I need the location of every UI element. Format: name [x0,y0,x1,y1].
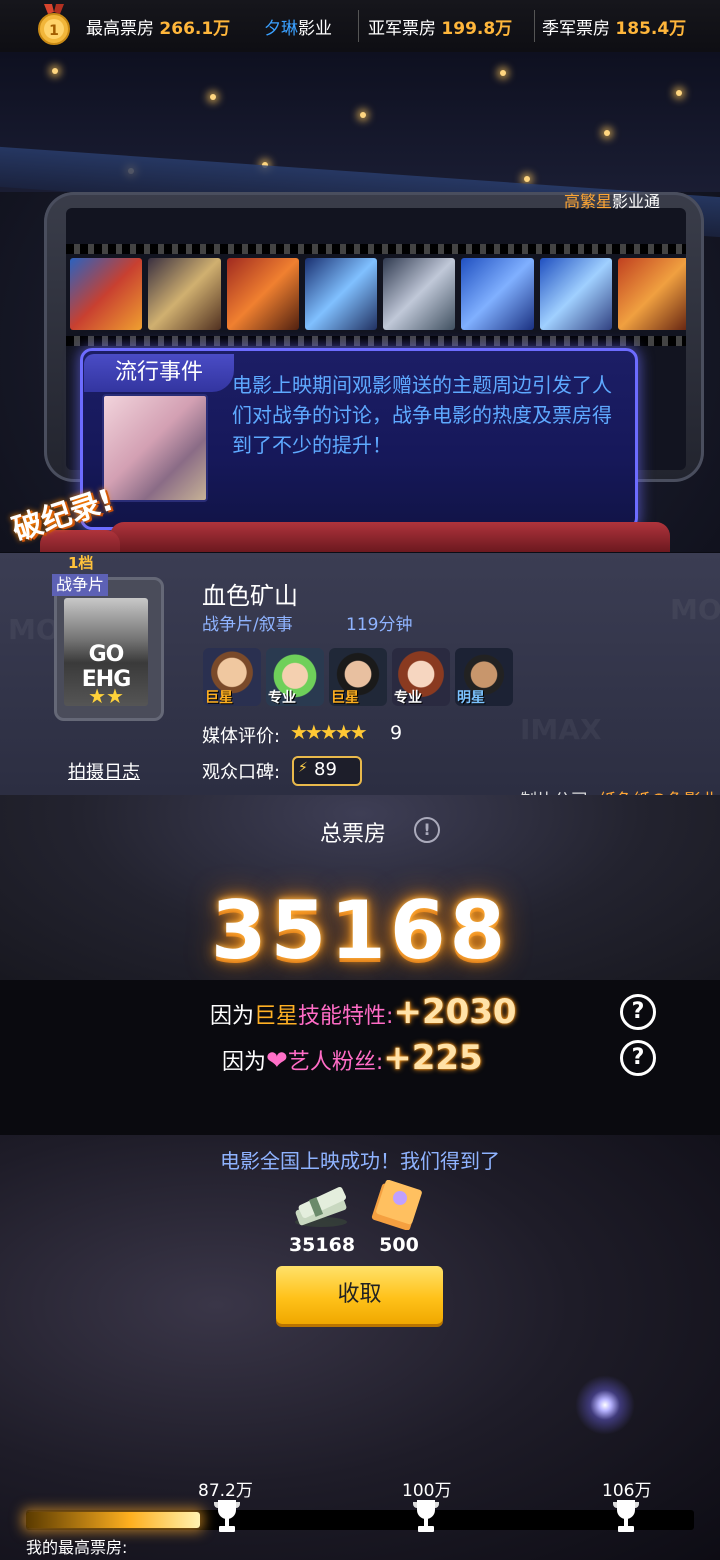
genre-badge: 战争片 [52,574,109,596]
seat-row [110,522,670,552]
film-frame [617,258,686,330]
third-value: 185.4万 [615,19,687,39]
ceiling-light [604,130,610,136]
media-rating-stars: ★★★★★ [290,720,368,744]
film-frame [539,258,612,330]
trophy-icon [613,1500,639,1532]
book-reward-amount: 500 [379,1234,419,1256]
studio-name: 夕琳 [264,19,298,39]
box-office-progress-fill [26,1512,200,1528]
trophy-icon [214,1500,240,1532]
media-rating-score: 9 [390,722,403,744]
movie-genre: 战争片/叙事 [202,615,293,635]
book-icon [371,1180,422,1230]
divider [358,10,359,42]
svg-text:1: 1 [49,23,59,39]
bonus-value: +2030 [393,992,517,1032]
highest-value: 266.1万 [159,19,231,39]
bg-decoration: MOV [670,593,720,626]
audience-rating-label: 观众口碑: [202,762,281,783]
ceiling-light [524,176,530,182]
film-frame [226,258,299,330]
help-icon[interactable]: ? [620,994,656,1030]
bonus-highlight: 艺人粉丝: [287,1050,384,1075]
cast-avatar[interactable]: 明星 [455,648,513,706]
bonus-suffix: 技能特性: [298,1004,394,1029]
third-place-box-office: 季军票房 185.4万 [542,14,686,39]
film-frame [461,258,534,330]
runner-value: 199.8万 [441,19,513,39]
studio-suffix: 影业 [298,19,332,39]
cast-avatar[interactable]: 专业 [392,648,450,706]
info-icon[interactable]: ! [414,817,440,843]
ceiling-light [500,70,506,76]
bonus-prefix: 因为 [210,1004,255,1029]
divider [534,10,535,42]
cast-avatar[interactable]: 巨星 [329,648,387,706]
cast-tag: 专业 [268,690,296,706]
film-frames [66,258,686,330]
highest-label: 最高票房 [86,19,154,39]
sparkle-decoration [570,1370,640,1440]
star-skill-bonus: 因为巨星技能特性:+2030 [210,992,517,1032]
trophy-icon [413,1500,439,1532]
film-frame [383,258,456,330]
collect-button[interactable]: 收取 [276,1266,443,1324]
cast-avatar[interactable]: 专业 [266,648,324,706]
cast-tag: 明星 [457,690,485,706]
poster-stars: ★★ [88,684,124,708]
event-tag: 流行事件 [84,354,234,392]
cinema-scene: 高繁星影业通 流行事件 电影上映期间观影赠送的主题周边引发了人们对战争的讨论，战… [0,52,720,552]
movie-title: 血色矿山 [202,582,298,610]
brand-rest: 影业通 [611,192,660,211]
runner-up-box-office: 亚军票房 199.8万 [368,14,512,39]
bg-decoration: IMAX [520,713,602,746]
help-icon[interactable]: ? [620,1040,656,1076]
my-best-box-office-label: 我的最高票房: [26,1538,128,1557]
ceiling-light [52,68,58,74]
cast-avatar[interactable]: 巨星 [203,648,261,706]
bonus-highlight: 巨星 [254,1004,299,1029]
film-frame [148,258,221,330]
film-frame [304,258,377,330]
event-description: 电影上映期间观影赠送的主题周边引发了人们对战争的讨论，战争电影的热度及票房得到了… [232,373,612,457]
money-reward-amount: 35168 [288,1234,356,1256]
total-box-office-label: 总票房 [320,822,387,847]
film-frame [70,258,143,330]
film-strip-top [66,244,686,254]
total-box-office-value: 35168 [210,884,510,977]
ceiling-light [676,90,682,96]
runner-label: 亚军票房 [368,19,436,39]
ceiling-light [210,94,216,100]
brand-highlight: 高繁星 [563,192,612,211]
audience-rating-score: 89 [314,759,337,780]
third-label: 季军票房 [542,19,610,39]
bonus-value: +225 [383,1038,483,1078]
ceiling-light [360,112,366,118]
lightning-icon: ⚡ [298,760,308,776]
event-image [102,394,208,502]
shooting-log-link[interactable]: 拍摄日志 [68,758,140,784]
money-stack-icon [295,1186,347,1227]
highest-box-office: 最高票房 266.1万 [86,14,230,39]
hearts-icon: ❤ [266,1046,288,1076]
top-studio[interactable]: 夕琳影业 [264,14,332,39]
bonus-prefix: 因为 [222,1050,267,1075]
cast-tag: 巨星 [331,690,359,706]
cast-tag: 巨星 [205,690,233,706]
media-rating-label: 媒体评价: [202,726,281,747]
cast-tag: 专业 [394,690,422,706]
movie-duration: 119分钟 [346,615,413,635]
reward-title: 电影全国上映成功！我们得到了 [220,1149,500,1173]
fans-bonus: 因为❤艺人粉丝:+225 [222,1038,483,1078]
film-strip-bottom [66,336,686,346]
gold-medal-icon: 1 [38,4,70,45]
brand-label: 高繁星影业通 [564,188,660,212]
tier-label: 1档 [68,554,94,572]
